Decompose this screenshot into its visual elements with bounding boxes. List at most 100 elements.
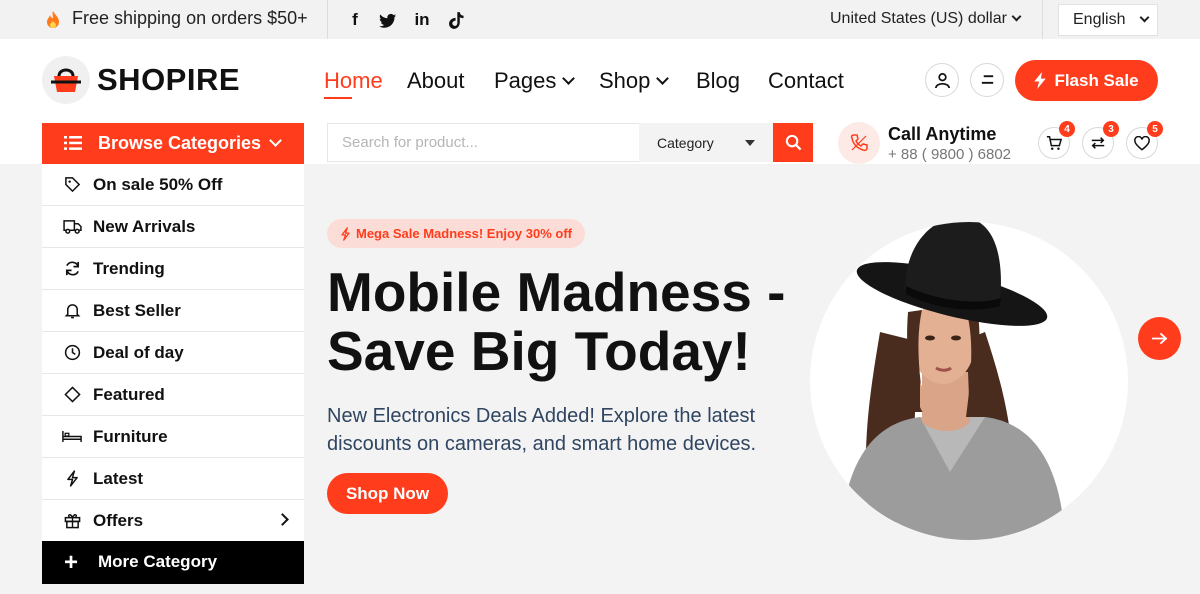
sidebar-item-label: Furniture: [93, 426, 168, 446]
fire-icon: [47, 11, 59, 28]
hero-headline-line-2: Save Big Today!: [327, 320, 751, 382]
bolt-icon: [341, 226, 350, 241]
cart-button[interactable]: 4: [1038, 121, 1075, 159]
sidebar-item-new-arrivals[interactable]: New Arrivals: [42, 206, 304, 248]
clock-icon: [62, 343, 82, 363]
more-category-button[interactable]: + More Category: [42, 541, 304, 584]
chevron-down-icon: [562, 72, 576, 85]
sidebar-item-label: Deal of day: [93, 342, 184, 362]
bell-icon: [62, 301, 82, 321]
chevron-down-icon: [1011, 11, 1022, 22]
chevron-down-icon: [1140, 12, 1150, 23]
nav-shop[interactable]: Shop: [599, 68, 670, 94]
browse-categories-button[interactable]: Browse Categories: [42, 123, 304, 164]
account-button[interactable]: [925, 63, 959, 97]
hero-headline: Mobile Madness - Save Big Today!: [327, 263, 807, 381]
model-illustration: [840, 222, 1065, 540]
category-sidebar: On sale 50% Off New Arrivals Trending Be…: [42, 164, 304, 542]
sidebar-item-latest[interactable]: Latest: [42, 458, 304, 500]
chevron-down-icon: [269, 134, 282, 147]
truck-icon: [62, 217, 82, 237]
list-icon: [64, 136, 82, 150]
sidebar-item-label: Latest: [93, 468, 144, 488]
phone-icon: [838, 122, 880, 164]
sidebar-item-label: Best Seller: [93, 300, 181, 320]
more-category-label: More Category: [98, 552, 218, 571]
hero-image: [810, 222, 1128, 540]
chevron-right-icon: [276, 513, 289, 526]
nav-active-underline: [324, 97, 352, 99]
sidebar-item-label: New Arrivals: [93, 216, 196, 236]
hero-subtext: New Electronics Deals Added! Explore the…: [327, 405, 757, 455]
currency-label: United States (US) dollar: [830, 10, 1007, 27]
twitter-icon[interactable]: [377, 9, 399, 31]
bolt-icon: [1034, 72, 1047, 89]
search-input[interactable]: [327, 123, 639, 162]
logo-text[interactable]: SHOPIRE: [97, 62, 240, 98]
nav-pages-label: Pages: [494, 68, 557, 93]
browse-categories-label: Browse Categories: [98, 133, 262, 153]
heart-icon: [1134, 135, 1150, 151]
sidebar-item-label: Offers: [93, 510, 144, 530]
shop-now-button[interactable]: Shop Now: [327, 473, 448, 514]
sidebar-item-label: Trending: [93, 258, 165, 278]
gift-icon: [62, 511, 82, 531]
sidebar-item-label: On sale 50% Off: [93, 174, 223, 194]
category-select-label: Category: [657, 135, 714, 151]
facebook-icon[interactable]: f: [344, 9, 366, 31]
search-button[interactable]: [773, 123, 813, 162]
hero-headline-line-1: Mobile Madness -: [327, 261, 786, 323]
sidebar-item-deal-of-day[interactable]: Deal of day: [42, 332, 304, 374]
sidebar-item-offers[interactable]: Offers: [42, 500, 304, 542]
plus-icon: +: [64, 549, 79, 576]
nav-contact[interactable]: Contact: [768, 68, 844, 94]
sidebar-item-label: Featured: [93, 384, 165, 404]
flash-sale-button[interactable]: Flash Sale: [1015, 60, 1158, 101]
sidebar-item-best-seller[interactable]: Best Seller: [42, 290, 304, 332]
refresh-icon: [62, 259, 82, 279]
category-select[interactable]: Category: [639, 123, 773, 162]
sidebar-item-featured[interactable]: Featured: [42, 374, 304, 416]
flash-sale-label: Flash Sale: [1054, 70, 1139, 90]
logo-icon[interactable]: [42, 56, 90, 104]
cart-icon: [1046, 136, 1062, 151]
divider: [327, 0, 328, 39]
free-shipping-text: Free shipping on orders $50+: [72, 8, 308, 28]
call-anytime-title: Call Anytime: [888, 124, 997, 144]
top-bar: Free shipping on orders $50+ f in United…: [0, 0, 1200, 39]
caret-down-icon: [745, 140, 755, 146]
language-selector[interactable]: English: [1058, 4, 1158, 36]
promo-text: Mega Sale Madness! Enjoy 30% off: [356, 226, 573, 241]
sidebar-item-furniture[interactable]: Furniture: [42, 416, 304, 458]
nav-blog[interactable]: Blog: [696, 68, 740, 94]
chevron-down-icon: [656, 72, 670, 85]
user-icon: [934, 72, 950, 88]
diamond-icon: [62, 385, 82, 405]
menu-button[interactable]: [970, 63, 1004, 97]
linkedin-icon[interactable]: in: [411, 9, 433, 31]
bolt-icon: [62, 469, 82, 489]
bed-icon: [62, 427, 82, 447]
slider-next-button[interactable]: [1138, 317, 1181, 360]
promo-badge: Mega Sale Madness! Enjoy 30% off: [327, 219, 586, 248]
divider: [1042, 0, 1043, 39]
sidebar-item-on-sale[interactable]: On sale 50% Off: [42, 164, 304, 206]
arrow-right-icon: [1152, 332, 1168, 345]
search-icon: [785, 134, 801, 151]
nav-shop-label: Shop: [599, 68, 651, 93]
call-phone-number[interactable]: + 88 ( 9800 ) 6802: [888, 146, 1011, 163]
compare-button[interactable]: 3: [1082, 121, 1119, 159]
nav-about[interactable]: About: [407, 68, 465, 94]
compare-count-badge: 3: [1103, 121, 1119, 137]
compare-icon: [1091, 137, 1105, 149]
nav-pages[interactable]: Pages: [494, 68, 576, 94]
tiktok-icon[interactable]: [445, 9, 467, 31]
wishlist-count-badge: 5: [1147, 121, 1163, 137]
menu-icon: [981, 75, 993, 84]
tag-icon: [62, 175, 82, 195]
wishlist-button[interactable]: 5: [1126, 121, 1163, 159]
cart-count-badge: 4: [1059, 121, 1075, 137]
sidebar-item-trending[interactable]: Trending: [42, 248, 304, 290]
currency-selector[interactable]: United States (US) dollar: [830, 10, 1022, 28]
nav-home[interactable]: Home: [324, 68, 383, 94]
